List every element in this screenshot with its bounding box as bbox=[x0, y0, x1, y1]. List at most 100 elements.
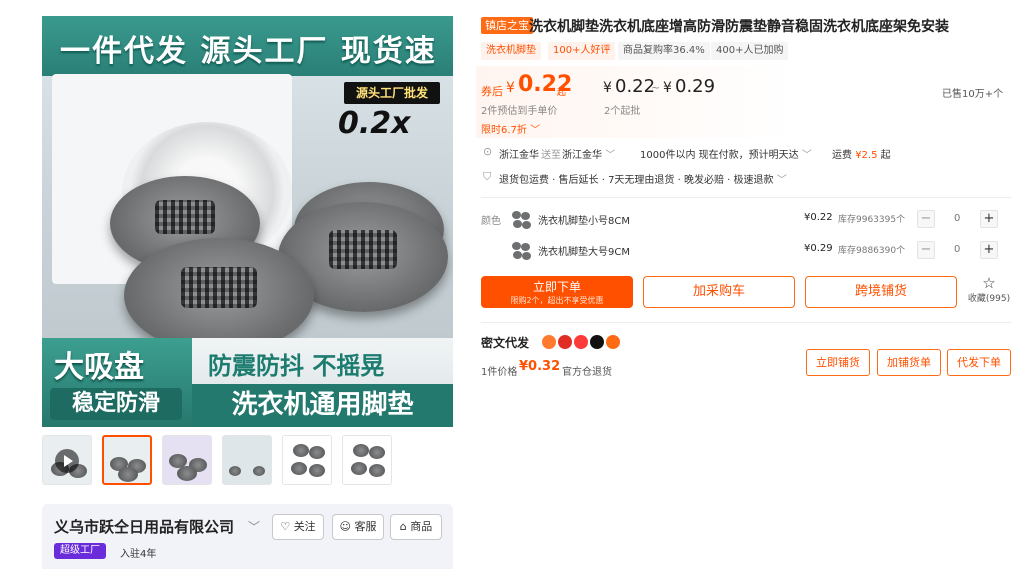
image-text-antislip: 稳定防滑 bbox=[50, 388, 182, 420]
range-high-price: 0.29 bbox=[675, 76, 716, 97]
company-name[interactable]: 义乌市跃仝日用品有限公司 bbox=[54, 516, 234, 537]
image-text-suction: 大吸盘 bbox=[54, 350, 144, 385]
tag-category[interactable]: 洗衣机脚垫 bbox=[481, 42, 541, 60]
customer-service-button[interactable]: ☺ 客服 bbox=[332, 514, 384, 540]
sku-name: 洗衣机脚垫小号8CM bbox=[538, 216, 630, 227]
thumbnail-4[interactable] bbox=[282, 435, 332, 485]
divider bbox=[481, 197, 1011, 198]
chevron-down-icon: ﹀ bbox=[801, 150, 812, 161]
heart-icon: ♡ bbox=[280, 520, 291, 533]
follow-label: 关注 bbox=[293, 520, 316, 533]
thumbnail-5[interactable] bbox=[342, 435, 392, 485]
platform-kuaishou-icon bbox=[606, 335, 620, 349]
favorite-label: 收藏 bbox=[967, 294, 986, 304]
qty-minus-button[interactable]: − bbox=[917, 241, 935, 259]
shop-products-button[interactable]: ⌂ 商品 bbox=[390, 514, 442, 540]
follow-button[interactable]: ♡ 关注 bbox=[272, 514, 324, 540]
shop-label: 商品 bbox=[410, 520, 433, 533]
divider bbox=[481, 322, 1011, 323]
shop-icon: ⌂ bbox=[399, 520, 407, 533]
min-order: 2个起批 bbox=[604, 106, 641, 117]
qty-plus-button[interactable]: + bbox=[980, 241, 998, 259]
store-treasure-badge: 镇店之宝 bbox=[481, 17, 533, 34]
platform-jd-icon bbox=[574, 335, 588, 349]
tag-repurchase: 商品复购率36.4% bbox=[618, 42, 710, 60]
coupon-label: 券后 bbox=[481, 85, 503, 98]
platform-douyin-icon bbox=[590, 335, 604, 349]
sku-label: 颜色 bbox=[481, 216, 501, 227]
order-now-label: 立即下单 bbox=[532, 280, 581, 294]
range-low-price: 0.22 bbox=[615, 76, 656, 97]
dropship-price-label: 1件价格 bbox=[481, 367, 518, 378]
qty-minus-button[interactable]: − bbox=[917, 210, 935, 228]
sku-stock: 库存9886390个 bbox=[838, 246, 906, 256]
favorite-button[interactable]: ☆ 收藏(995) bbox=[966, 276, 1012, 305]
factory-tag: 源头工厂批发 bbox=[344, 82, 440, 104]
chat-icon: ☺ bbox=[339, 520, 351, 533]
foot-pad-illustration bbox=[124, 238, 314, 353]
fee-value: ¥2.5 bbox=[855, 150, 878, 161]
dropship-now-button[interactable]: 立即铺货 bbox=[806, 349, 870, 376]
settled-years: 入驻4年 bbox=[120, 549, 157, 560]
product-title: 洗衣机脚垫洗衣机底座增高防滑防震垫静音稳固洗衣机底座架免安装 bbox=[529, 19, 949, 35]
sku-thumbnail bbox=[510, 210, 532, 230]
fee-label: 运费 bbox=[832, 150, 852, 161]
add-to-cart-button[interactable]: 加采购车 bbox=[643, 276, 795, 308]
platform-pinduoduo-icon bbox=[558, 335, 572, 349]
stock-delivery-note[interactable]: 1000件以内 现在付款，预计明天达 ﹀ bbox=[640, 146, 812, 161]
ship-to: 浙江金华 bbox=[562, 150, 602, 161]
sku-thumbnail bbox=[510, 241, 532, 261]
chevron-down-icon[interactable]: ﹀ bbox=[248, 518, 260, 535]
limited-discount[interactable]: 限时6.7折 ﹀ bbox=[481, 121, 540, 136]
qty-value[interactable]: 0 bbox=[954, 213, 960, 224]
dropship-price: ¥0.32 bbox=[519, 359, 561, 374]
sku-row: 洗衣机脚垫小号8CM ¥0.22 库存9963395个 − 0 + bbox=[510, 210, 1010, 230]
thumbnail-3[interactable] bbox=[222, 435, 272, 485]
dropship-title: 密文代发 bbox=[481, 336, 530, 350]
order-limit-note: 限购2个，超出不享受优惠 bbox=[510, 296, 604, 305]
sku-price: ¥0.22 bbox=[804, 212, 833, 223]
chevron-down-icon: ﹀ bbox=[530, 125, 541, 136]
image-text-shockproof: 防震防抖 不摇晃 bbox=[208, 352, 385, 380]
chevron-down-icon: ﹀ bbox=[605, 150, 616, 161]
qty-plus-button[interactable]: + bbox=[980, 210, 998, 228]
image-bottom-left-banner: 大吸盘 稳定防滑 bbox=[42, 338, 192, 427]
thumbnail-video[interactable] bbox=[42, 435, 92, 485]
company-card: 义乌市跃仝日用品有限公司 ﹀ 超级工厂 入驻4年 ♡ 关注 ☺ 客服 ⌂ 商品 bbox=[42, 504, 453, 569]
ship-to-selector[interactable]: 浙江金华 ﹀ bbox=[562, 146, 615, 161]
play-icon bbox=[55, 449, 79, 473]
fee-suffix: 起 bbox=[880, 150, 891, 161]
sold-count: 已售10万+个 bbox=[942, 89, 1004, 100]
tag-added-cart: 400+人已加购 bbox=[711, 42, 789, 60]
coupon-suffix: 起 bbox=[557, 88, 567, 98]
order-now-button[interactable]: 立即下单 限购2个，超出不享受优惠 bbox=[481, 276, 633, 308]
favorite-count: (995) bbox=[985, 294, 1011, 304]
thumbnail-2[interactable] bbox=[162, 435, 212, 485]
image-top-banner: 一件代发 源头工厂 现货速发 bbox=[42, 16, 453, 113]
coupon-currency: ¥ bbox=[506, 80, 515, 96]
shield-icon: ⛉ bbox=[483, 170, 492, 183]
tag-reviews[interactable]: 100+人好评 bbox=[548, 42, 616, 60]
limited-discount-text: 限时6.7折 bbox=[481, 125, 527, 136]
coupon-note: 2件预估到手单价 bbox=[481, 106, 558, 117]
thumbnail-1[interactable] bbox=[102, 435, 152, 485]
range-currency-high: ¥ bbox=[663, 80, 672, 96]
dropship-order-button[interactable]: 代发下单 bbox=[947, 349, 1011, 376]
product-main-image[interactable]: 一件代发 源头工厂 现货速发 源头工厂批发 0.2x 大吸盘 稳定防滑 防震防抖… bbox=[42, 16, 453, 427]
guarantee-text: 退货包运费 · 售后延长 · 7天无理由退货 · 晚发必赔 · 极速退款 bbox=[499, 175, 774, 186]
qty-value[interactable]: 0 bbox=[954, 244, 960, 255]
service-label: 客服 bbox=[354, 520, 377, 533]
sku-name: 洗衣机脚垫大号9CM bbox=[538, 247, 630, 258]
range-separator: ~ bbox=[651, 81, 661, 94]
location-pin-icon: ⊙ bbox=[483, 145, 493, 158]
chevron-down-icon: ﹀ bbox=[776, 175, 787, 186]
add-dropship-list-button[interactable]: 加铺货单 bbox=[877, 349, 941, 376]
ship-from: 浙江金华 bbox=[499, 150, 539, 161]
ship-to-label: 送至 bbox=[541, 150, 561, 161]
sku-stock: 库存9963395个 bbox=[838, 215, 906, 225]
sku-price: ¥0.29 bbox=[804, 243, 833, 254]
cross-border-button[interactable]: 跨境铺货 bbox=[805, 276, 957, 308]
image-price-tag: 0.2x bbox=[338, 106, 411, 141]
range-currency-low: ¥ bbox=[603, 80, 612, 96]
service-guarantees[interactable]: 退货包运费 · 售后延长 · 7天无理由退货 · 晚发必赔 · 极速退款 ﹀ bbox=[499, 171, 787, 186]
